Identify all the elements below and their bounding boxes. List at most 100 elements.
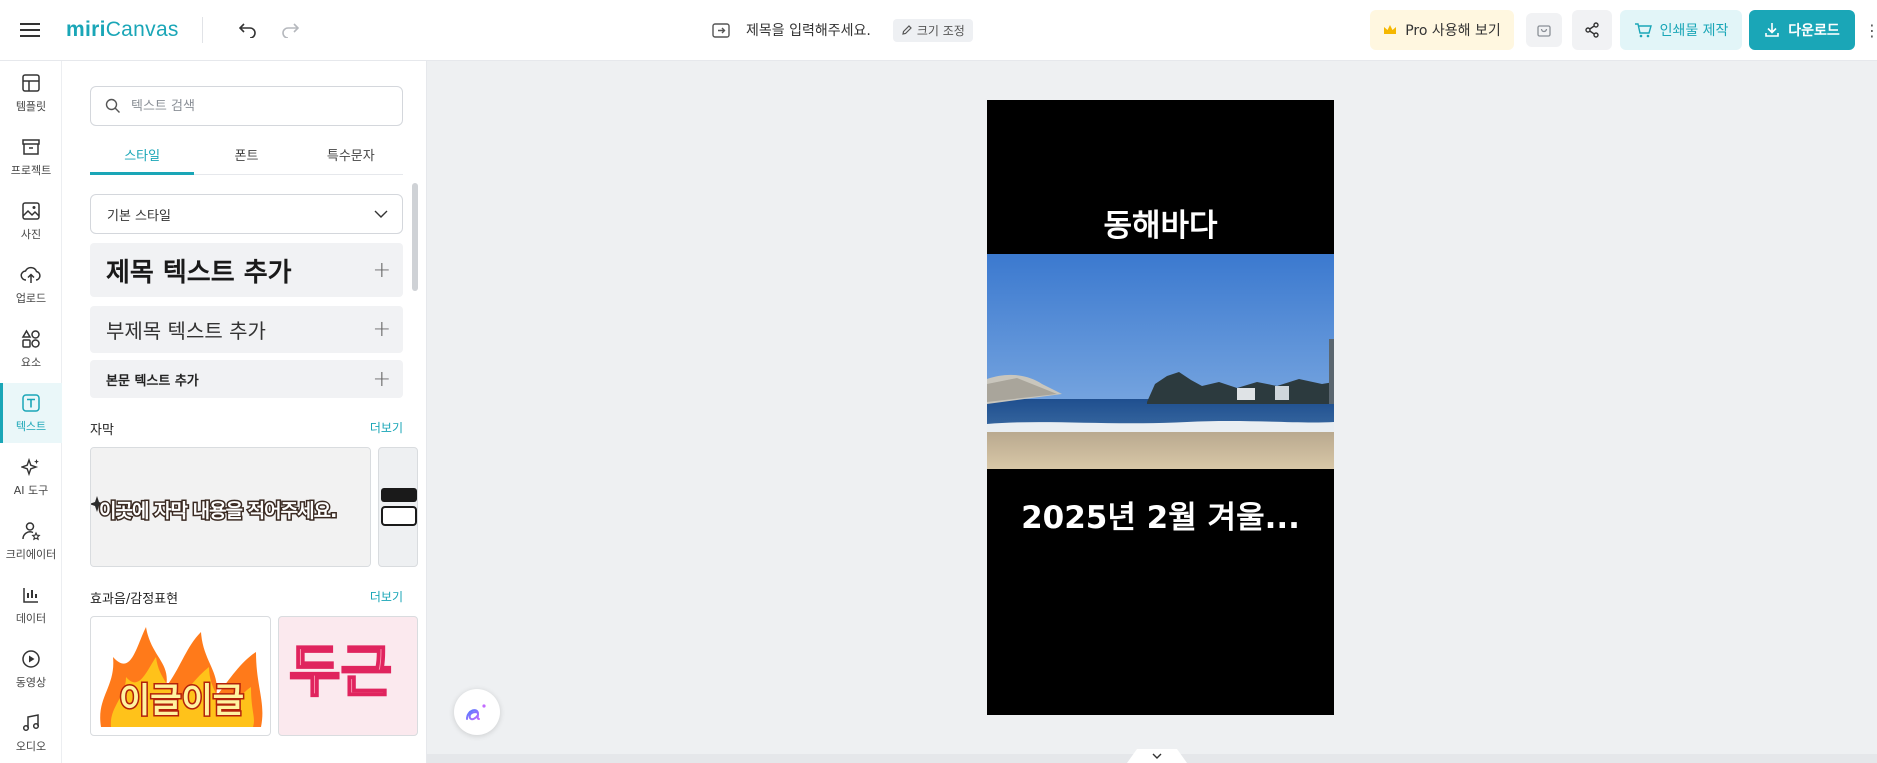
rail-item-audio[interactable]: 오디오: [0, 703, 62, 763]
rail-item-template[interactable]: 템플릿: [0, 63, 62, 123]
add-title-label: 제목 텍스트 추가: [106, 257, 292, 288]
rail-label: 프로젝트: [10, 163, 52, 177]
effect-heart-text: 두근: [288, 639, 393, 706]
pro-trial-button[interactable]: Pro 사용해 보기: [1370, 10, 1514, 50]
rail-item-text[interactable]: 텍스트: [0, 383, 62, 443]
rail-item-video[interactable]: 동영상: [0, 639, 62, 699]
see-more-link[interactable]: 더보기: [370, 419, 403, 438]
text-search-box[interactable]: [90, 86, 403, 126]
data-icon: [23, 587, 38, 603]
chevron-down-icon: [1127, 749, 1187, 763]
card-sample-shape: [381, 506, 417, 526]
top-bar: miri Canvas 제목을 입력해주세요. 크기 조정 Pro 사용해 보기 …: [0, 0, 1877, 61]
artboard-subtitle-text[interactable]: 2025년 2월 겨울...: [987, 492, 1334, 537]
download-icon: [1765, 23, 1780, 37]
panel-tabs: 스타일 폰트 특수문자: [90, 141, 403, 175]
search-icon: [105, 98, 120, 113]
tab-font[interactable]: 폰트: [194, 141, 298, 174]
see-more-link[interactable]: 더보기: [370, 588, 403, 607]
crown-icon: [1384, 25, 1397, 34]
ai-tools-icon: [21, 457, 39, 476]
subtitle-style-card[interactable]: 이곳에 자막 내용을 적어주세요.: [90, 447, 371, 567]
logo-suffix: Canvas: [105, 18, 179, 41]
cart-icon: [1634, 23, 1652, 38]
rail-item-ai-tools[interactable]: AI 도구: [0, 447, 62, 507]
rail-label: 동영상: [15, 675, 47, 689]
redo-icon: [282, 23, 299, 38]
ai-assistant-button[interactable]: [454, 689, 500, 735]
rail-label: AI 도구: [13, 483, 49, 497]
add-subtitle-text-button[interactable]: 부제목 텍스트 추가 +: [90, 306, 403, 353]
pencil-icon: [902, 25, 912, 35]
effect-fire-text: 이글이글: [117, 680, 245, 723]
folder-move-icon[interactable]: [712, 22, 730, 38]
rail-label: 데이터: [15, 611, 47, 625]
rail-item-creator[interactable]: 크리에이터: [0, 511, 62, 571]
card-sample-shape: [381, 488, 417, 502]
undo-button[interactable]: [232, 14, 264, 46]
bag-icon: [1537, 25, 1551, 37]
audio-icon: [22, 713, 40, 731]
rail-label: 사진: [20, 227, 42, 241]
rail-item-upload[interactable]: 업로드: [0, 255, 62, 315]
add-body-text-button[interactable]: 본문 텍스트 추가 +: [90, 360, 403, 398]
rail-item-project[interactable]: 프로젝트: [0, 127, 62, 187]
artboard-title-text[interactable]: 동해바다: [987, 200, 1334, 245]
hamburger-icon: [20, 23, 40, 37]
template-icon: [22, 73, 40, 92]
document-title-input[interactable]: 제목을 입력해주세요.: [746, 20, 871, 40]
rail-item-photo[interactable]: 사진: [0, 191, 62, 251]
rail-label: 텍스트: [15, 419, 47, 433]
text-panel: 스타일 폰트 특수문자 기본 스타일 제목 텍스트 추가 + 부제목 텍스트 추…: [62, 61, 427, 763]
canvas-workspace[interactable]: 동해바다 2025년 2월 겨울...: [427, 61, 1877, 763]
rail-label: 요소: [20, 355, 42, 369]
menu-button[interactable]: [14, 14, 46, 46]
rail-label: 업로드: [15, 291, 47, 305]
effects-section-header: 효과음/감정표현 더보기: [90, 588, 403, 607]
print-label: 인쇄물 제작: [1659, 23, 1729, 39]
subtitle-sample-text: 이곳에 자막 내용을 적어주세요.: [97, 499, 338, 524]
app-logo[interactable]: miri Canvas: [66, 16, 179, 44]
undo-icon: [239, 23, 256, 38]
logo-prefix: miri: [66, 18, 106, 41]
effect-fire-card[interactable]: 이글이글: [90, 616, 271, 736]
ai-icon: [466, 704, 486, 721]
text-search-input[interactable]: [131, 98, 381, 114]
share-icon: [1585, 22, 1599, 38]
beach-photo[interactable]: [987, 254, 1334, 469]
more-options-button[interactable]: ⋮: [1864, 18, 1877, 42]
plus-icon: +: [372, 366, 391, 392]
project-icon: [22, 138, 40, 155]
page-strip-toggle[interactable]: [1127, 741, 1187, 763]
photo-icon: [22, 201, 40, 220]
share-button[interactable]: [1572, 10, 1612, 50]
rail-label: 템플릿: [15, 99, 47, 113]
resize-button[interactable]: 크기 조정: [892, 18, 973, 42]
download-button[interactable]: 다운로드: [1749, 10, 1855, 50]
video-icon: [22, 649, 40, 668]
text-icon: [22, 393, 40, 412]
save-to-cart-button[interactable]: [1526, 13, 1562, 47]
subtitle-style-card-2[interactable]: [378, 447, 418, 567]
creator-icon: [22, 521, 41, 540]
document-title-area: 제목을 입력해주세요. 크기 조정: [712, 16, 973, 44]
tab-special-chars[interactable]: 특수문자: [299, 141, 403, 174]
add-title-text-button[interactable]: 제목 텍스트 추가 +: [90, 243, 403, 297]
section-title: 자막: [90, 423, 114, 438]
style-dropdown[interactable]: 기본 스타일: [90, 194, 403, 234]
design-artboard[interactable]: 동해바다 2025년 2월 겨울...: [987, 100, 1334, 715]
rail-item-data[interactable]: 데이터: [0, 575, 62, 635]
chevron-down-icon: [374, 210, 388, 218]
download-label: 다운로드: [1788, 23, 1840, 39]
print-order-button[interactable]: 인쇄물 제작: [1620, 10, 1742, 50]
add-body-label: 본문 텍스트 추가: [106, 373, 199, 389]
style-dropdown-value: 기본 스타일: [107, 208, 171, 224]
rail-item-elements[interactable]: 요소: [0, 319, 62, 379]
plus-icon: +: [372, 257, 391, 283]
redo-button[interactable]: [274, 14, 306, 46]
toolbar-divider: [202, 17, 203, 43]
panel-scrollbar[interactable]: [412, 183, 418, 291]
tab-style[interactable]: 스타일: [90, 141, 195, 175]
effect-heart-card[interactable]: 두근: [278, 616, 418, 736]
rail-label: 오디오: [15, 739, 47, 753]
